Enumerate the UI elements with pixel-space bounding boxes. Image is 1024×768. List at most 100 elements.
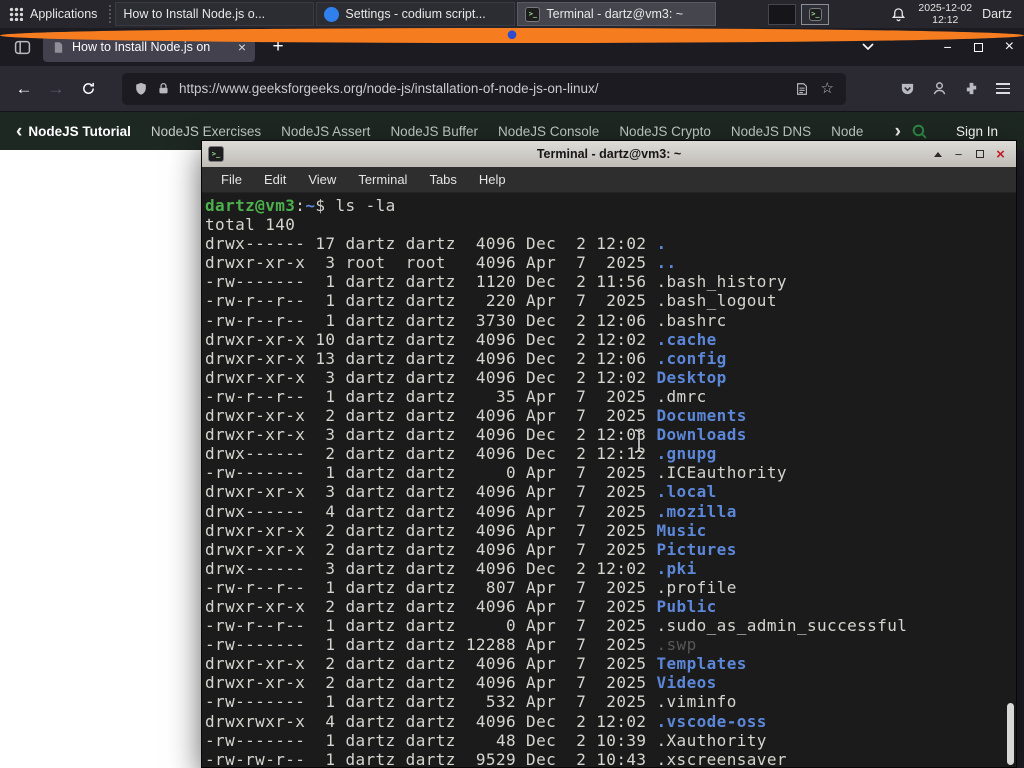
shade-button[interactable] (927, 141, 948, 167)
terminal-title-bar[interactable]: >_ Terminal - dartz@vm3: ~ − × (202, 141, 1016, 167)
reader-mode-icon[interactable] (795, 82, 809, 96)
bookmark-star-icon[interactable]: ☆ (821, 81, 834, 96)
nav-item-nodejs-console[interactable]: NodeJS Console (498, 124, 599, 139)
nav-item-nodejs-dns[interactable]: NodeJS DNS (731, 124, 811, 139)
url-text: https://www.geeksforgeeks.org/node-js/in… (179, 81, 599, 96)
file-name: .xscreensaver (656, 749, 787, 767)
file-row: drwxr-xr-x 2 dartz dartz 4096 Apr 7 2025… (205, 654, 1016, 673)
file-meta: -rw-r--r-- 1 dartz dartz 3730 Dec 2 12:0… (205, 310, 657, 330)
prompt-separator: : (295, 196, 306, 215)
menu-tabs[interactable]: Tabs (418, 172, 467, 187)
user-menu[interactable]: Dartz (982, 7, 1012, 21)
menu-edit[interactable]: Edit (253, 172, 297, 187)
terminal-title: Terminal - dartz@vm3: ~ (536, 147, 682, 161)
search-icon[interactable] (911, 123, 928, 140)
file-meta: drwxr-xr-x 3 dartz dartz 4096 Dec 2 12:0… (205, 367, 657, 387)
nav-scroll-left-icon[interactable]: ‹ (10, 122, 28, 141)
nav-item-nodejs-crypto[interactable]: NodeJS Crypto (619, 124, 711, 139)
applications-label: Applications (30, 7, 98, 21)
nav-item-nodejs-buffer[interactable]: NodeJS Buffer (390, 124, 478, 139)
workspace-2[interactable]: >_ (801, 3, 830, 25)
menu-help[interactable]: Help (468, 172, 517, 187)
terminal-maximize-icon[interactable] (969, 141, 990, 167)
clock[interactable]: 2025-12-02 12:12 (918, 2, 972, 26)
reload-button[interactable] (72, 74, 104, 104)
url-bar[interactable]: https://www.geeksforgeeks.org/node-js/in… (122, 72, 846, 105)
file-name: .cache (656, 329, 717, 349)
file-name: .bashrc (656, 310, 727, 330)
file-name: Pictures (656, 539, 737, 559)
notifications-button[interactable] (891, 7, 906, 22)
file-row: -rw-r--r-- 1 dartz dartz 0 Apr 7 2025 .s… (205, 616, 1016, 635)
site-nav-items: NodeJS Tutorial NodeJS Exercises NodeJS As… (28, 124, 888, 139)
tracking-shield-icon[interactable] (134, 82, 148, 96)
file-row: -rw------- 1 dartz dartz 0 Apr 7 2025 .I… (205, 463, 1016, 482)
nav-scroll-right-icon[interactable]: › (889, 122, 907, 141)
file-meta: drwxr-xr-x 2 dartz dartz 4096 Apr 7 2025 (205, 654, 657, 674)
menu-view[interactable]: View (297, 172, 347, 187)
file-name: .bash_logout (656, 291, 777, 311)
terminal-body[interactable]: dartz@vm3:~$ ls -la total 140 drwx------ 1… (202, 193, 1016, 767)
urlbar-actions: ☆ (795, 81, 834, 96)
file-row: drwxr-xr-x 10 dartz dartz 4096 Dec 2 12:… (205, 330, 1016, 349)
back-button[interactable]: ← (8, 74, 40, 104)
file-row: drwxr-xr-x 3 root root 4096 Apr 7 2025 .… (205, 253, 1016, 272)
terminal-scrollbar-thumb[interactable] (1007, 703, 1014, 765)
close-icon[interactable]: × (1005, 38, 1014, 56)
file-name: .mozilla (656, 501, 737, 521)
nav-item-node[interactable]: Node (831, 124, 863, 139)
pocket-icon[interactable] (900, 81, 915, 96)
workspace-switcher: >_ (768, 3, 830, 25)
account-icon[interactable] (932, 81, 947, 96)
taskbar-button[interactable]: Settings - codium script... (316, 2, 516, 26)
firefox-view-icon (14, 40, 31, 54)
firefox-view-button[interactable] (14, 39, 31, 56)
taskbar-button-label: How to Install Node.js o... (123, 7, 266, 21)
panel-separator (109, 5, 112, 23)
file-row: -rw------- 1 dartz dartz 12288 Apr 7 202… (205, 635, 1016, 654)
file-row: -rw-r--r-- 1 dartz dartz 220 Apr 7 2025 … (205, 291, 1016, 310)
menu-file[interactable]: File (210, 172, 253, 187)
menu-terminal[interactable]: Terminal (347, 172, 418, 187)
nav-item-nodejs-tutorial[interactable]: NodeJS Tutorial (28, 124, 131, 139)
terminal-minimize-icon[interactable]: − (948, 141, 969, 167)
file-meta: drwx------ 17 dartz dartz 4096 Dec 2 12:… (205, 234, 657, 254)
file-row: drwxr-xr-x 2 dartz dartz 4096 Apr 7 2025… (205, 521, 1016, 540)
minimize-icon[interactable]: − (943, 39, 951, 55)
browser-toolbar: ← → https://www.geeksforgeeks.org/node-j… (0, 66, 1024, 112)
menu-button[interactable] (996, 83, 1010, 94)
workspace-1[interactable] (768, 3, 797, 25)
tab-close-icon[interactable]: × (238, 40, 246, 54)
applications-menu-button[interactable]: Applications (0, 0, 106, 28)
ibeam-cursor (634, 429, 644, 453)
file-name: .vscode-oss (656, 711, 767, 731)
prompt-symbol: $ (315, 196, 336, 215)
maximize-icon[interactable] (973, 42, 983, 52)
nav-item-nodejs-exercises[interactable]: NodeJS Exercises (151, 124, 261, 139)
nav-item-nodejs-assert[interactable]: NodeJS Assert (281, 124, 370, 139)
file-meta: -rw-rw-r-- 1 dartz dartz 9529 Dec 2 10:4… (205, 749, 657, 767)
bell-icon (892, 7, 906, 21)
file-meta: drwx------ 2 dartz dartz 4096 Dec 2 12:1… (205, 444, 657, 464)
file-meta: -rw-r--r-- 1 dartz dartz 807 Apr 7 2025 (205, 577, 657, 597)
file-row: drwxr-xr-x 2 dartz dartz 4096 Apr 7 2025… (205, 597, 1016, 616)
file-meta: drwxr-xr-x 2 dartz dartz 4096 Apr 7 2025 (205, 520, 657, 540)
file-meta: drwxr-xr-x 3 root root 4096 Apr 7 2025 (205, 253, 657, 273)
file-meta: -rw------- 1 dartz dartz 532 Apr 7 2025 (205, 692, 657, 712)
file-meta: -rw-r--r-- 1 dartz dartz 220 Apr 7 2025 (205, 291, 657, 311)
terminal-close-icon[interactable]: × (990, 141, 1011, 167)
file-meta: -rw-r--r-- 1 dartz dartz 0 Apr 7 2025 (205, 616, 657, 636)
terminal-window-icon[interactable]: >_ (208, 146, 224, 162)
forward-button[interactable]: → (40, 74, 72, 104)
prompt-path: ~ (305, 196, 316, 215)
file-row: -rw-r--r-- 1 dartz dartz 807 Apr 7 2025 … (205, 578, 1016, 597)
sign-in-button[interactable]: Sign In (956, 124, 998, 139)
browser-scrollbar[interactable] (1016, 150, 1024, 768)
terminal-icon: >_ (525, 6, 541, 22)
lock-icon[interactable] (157, 82, 170, 95)
taskbar-button[interactable]: >_ Terminal - dartz@vm3: ~ (517, 2, 717, 26)
taskbar-button[interactable]: How to Install Node.js o... (0, 2, 1024, 43)
file-row: drwx------ 3 dartz dartz 4096 Dec 2 12:0… (205, 559, 1016, 578)
extensions-puzzle-icon[interactable] (964, 81, 979, 96)
file-name: .pki (656, 558, 697, 578)
